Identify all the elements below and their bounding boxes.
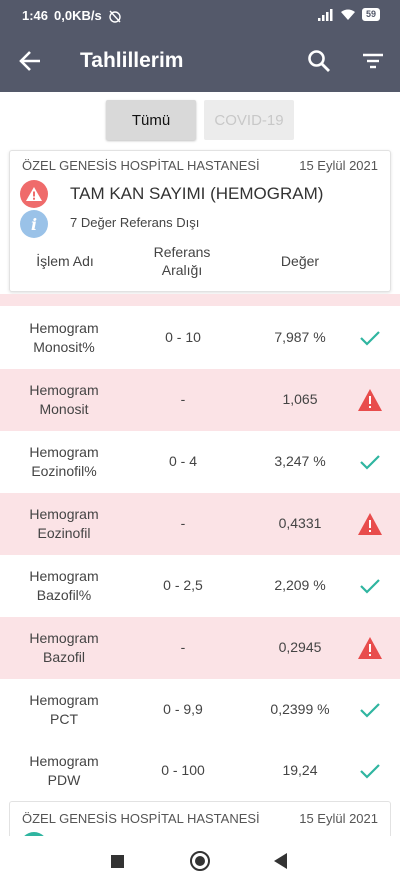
report-date: 15 Eylül 2021: [299, 811, 378, 826]
recents-icon[interactable]: [111, 855, 124, 868]
table-row[interactable]: Hemogram PDW 0 - 100 19,24: [0, 740, 400, 802]
row-value: 0,2945: [278, 639, 322, 655]
network-speed: 0,0KB/s: [54, 8, 102, 23]
row-name-line2: PCT: [50, 711, 78, 727]
report-date: 15 Eylül 2021: [299, 158, 378, 173]
row-reference: 0 - 9,9: [163, 701, 203, 717]
tab-all[interactable]: Tümü: [106, 100, 196, 140]
row-name-line2: PDW: [47, 772, 81, 788]
warning-icon: [26, 187, 42, 201]
nav-back-icon[interactable]: [274, 853, 287, 869]
system-nav-bar: [0, 836, 400, 888]
row-name: Hemogram Bazofil: [14, 629, 114, 667]
clock: 1:46: [22, 8, 49, 23]
tab-covid-19[interactable]: COVID-19: [204, 100, 294, 140]
column-header-reference-line1: Referans: [153, 244, 211, 260]
row-name-line1: Hemogram: [29, 320, 99, 336]
divider-band: [0, 294, 400, 306]
row-reference: -: [180, 639, 186, 655]
check-icon: [360, 455, 380, 470]
check-icon: [360, 764, 380, 779]
row-name-line2: Monosit%: [33, 339, 95, 355]
column-header-name: İşlem Adı: [36, 253, 94, 269]
check-icon: [360, 331, 380, 346]
row-value: 3,247 %: [274, 453, 326, 469]
row-name: Hemogram Eozinofil%: [14, 443, 114, 481]
row-name: Hemogram Monosit: [14, 381, 114, 419]
hospital-name: ÖZEL GENESİS HOSPİTAL HASTANESİ: [22, 158, 260, 173]
row-name-line1: Hemogram: [29, 692, 99, 708]
row-name-line2: Bazofil: [42, 649, 86, 665]
row-name: Hemogram Monosit%: [14, 319, 114, 357]
check-icon: [360, 703, 380, 718]
column-header-reference: Referans Aralığı: [140, 243, 224, 279]
table-row[interactable]: Hemogram Eozinofil - 0,4331: [0, 493, 400, 555]
signal-icon: [317, 8, 333, 21]
row-value: 2,209 %: [274, 577, 326, 593]
hospital-name: ÖZEL GENESİS HOSPİTAL HASTANESİ: [22, 811, 260, 826]
row-name-line1: Hemogram: [29, 753, 99, 769]
check-icon: [360, 579, 380, 594]
alarm-off-icon: [109, 10, 121, 23]
test-title: TAM KAN SAYIMI (HEMOGRAM): [70, 184, 324, 203]
warning-icon: [358, 513, 382, 535]
filter-icon[interactable]: [360, 48, 386, 74]
row-reference: 0 - 4: [168, 453, 197, 469]
row-name-line1: Hemogram: [29, 506, 99, 522]
column-header-value: Değer: [280, 253, 320, 269]
status-left: 1:46 0,0KB/s: [22, 8, 122, 23]
status-bar: 1:46 0,0KB/s 59: [0, 0, 400, 30]
table-row[interactable]: Hemogram PCT 0 - 9,9 0,2399 %: [0, 679, 400, 741]
row-name: Hemogram PDW: [14, 752, 114, 790]
row-value: 0,2399 %: [270, 701, 330, 717]
row-value: 0,4331: [278, 515, 322, 531]
back-arrow-icon[interactable]: [18, 48, 44, 74]
table-row[interactable]: Hemogram Eozinofil% 0 - 4 3,247 %: [0, 431, 400, 493]
row-name-line1: Hemogram: [29, 382, 99, 398]
row-name-line2: Bazofil%: [36, 587, 92, 603]
row-value: 19,24: [282, 762, 318, 778]
warning-badge: [20, 180, 48, 208]
row-name-line2: Eozinofil: [37, 525, 91, 541]
info-icon: i: [20, 210, 48, 238]
wifi-icon: [340, 9, 355, 20]
row-name-line2: Eozinofil%: [31, 463, 97, 479]
row-reference: 0 - 2,5: [163, 577, 203, 593]
row-reference: -: [180, 391, 186, 407]
table-row[interactable]: Hemogram Bazofil% 0 - 2,5 2,209 %: [0, 555, 400, 617]
search-icon[interactable]: [306, 48, 332, 74]
row-value: 7,987 %: [274, 329, 326, 345]
table-row[interactable]: Hemogram Monosit - 1,065: [0, 369, 400, 431]
row-name-line1: Hemogram: [29, 444, 99, 460]
warning-icon: [358, 389, 382, 411]
row-name: Hemogram Eozinofil: [14, 505, 114, 543]
warning-icon: [358, 637, 382, 659]
report-card-next[interactable]: ÖZEL GENESİS HOSPİTAL HASTANESİ 15 Eylül…: [9, 801, 391, 860]
column-header-reference-line2: Aralığı: [161, 262, 203, 278]
row-name-line1: Hemogram: [29, 630, 99, 646]
app-bar: Tahlillerim: [0, 30, 400, 92]
status-right: 59: [317, 8, 380, 21]
report-card[interactable]: ÖZEL GENESİS HOSPİTAL HASTANESİ 15 Eylül…: [9, 150, 391, 292]
row-name: Hemogram Bazofil%: [14, 567, 114, 605]
row-name-line1: Hemogram: [29, 568, 99, 584]
page-title: Tahlillerim: [80, 49, 184, 72]
row-reference: -: [180, 515, 186, 531]
out-of-range-count: 7 Değer Referans Dışı: [70, 215, 200, 230]
home-icon[interactable]: [190, 851, 210, 871]
table-row[interactable]: Hemogram Bazofil - 0,2945: [0, 617, 400, 679]
table-row[interactable]: Hemogram Monosit% 0 - 10 7,987 %: [0, 307, 400, 369]
row-reference: 0 - 100: [161, 762, 205, 778]
battery-indicator: 59: [361, 8, 380, 21]
row-reference: 0 - 10: [165, 329, 201, 345]
row-name-line2: Monosit: [39, 401, 89, 417]
row-value: 1,065: [282, 391, 318, 407]
row-name: Hemogram PCT: [14, 691, 114, 729]
